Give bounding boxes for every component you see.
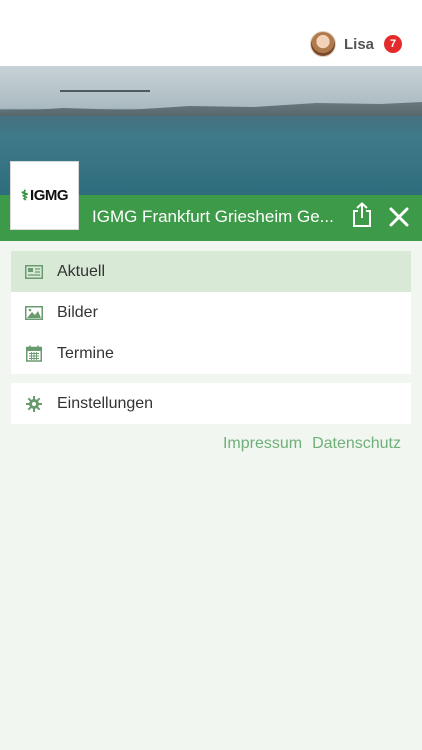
organization-logo: ⚕ IGMG: [10, 161, 79, 230]
datenschutz-link[interactable]: Datenschutz: [312, 435, 401, 453]
impressum-link[interactable]: Impressum: [223, 435, 302, 453]
menu-label: Einstellungen: [57, 394, 154, 412]
menu-label: Bilder: [57, 303, 98, 321]
menu-item-termine[interactable]: Termine: [11, 333, 411, 374]
logo-text: IGMG: [30, 187, 69, 204]
close-button[interactable]: [387, 205, 411, 229]
avatar[interactable]: [309, 31, 336, 57]
top-bar: Lisa 7: [0, 0, 422, 66]
page-title: IGMG Frankfurt Griesheim Ge...: [92, 207, 334, 226]
gear-icon: [25, 395, 43, 413]
menu-item-aktuell[interactable]: Aktuell: [11, 251, 411, 292]
close-icon: [389, 207, 409, 227]
calendar-icon: [25, 345, 43, 363]
secondary-menu: Einstellungen: [11, 383, 411, 424]
primary-menu: Aktuell Bilder Termine: [11, 251, 411, 374]
logo-mark-icon: ⚕: [20, 187, 29, 203]
image-icon: [25, 304, 43, 322]
notification-badge[interactable]: 7: [384, 35, 402, 53]
share-icon: [353, 202, 371, 227]
menu-label: Aktuell: [57, 262, 106, 280]
banner-bridge: [60, 90, 150, 106]
menu-label: Termine: [57, 344, 114, 362]
share-button[interactable]: [351, 202, 373, 228]
user-profile[interactable]: Lisa 7: [309, 30, 402, 58]
user-name[interactable]: Lisa: [344, 36, 374, 53]
footer-links: Impressum Datenschutz: [223, 435, 401, 453]
newspaper-icon: [25, 263, 43, 281]
menu-item-einstellungen[interactable]: Einstellungen: [11, 383, 411, 424]
menu-item-bilder[interactable]: Bilder: [11, 292, 411, 333]
